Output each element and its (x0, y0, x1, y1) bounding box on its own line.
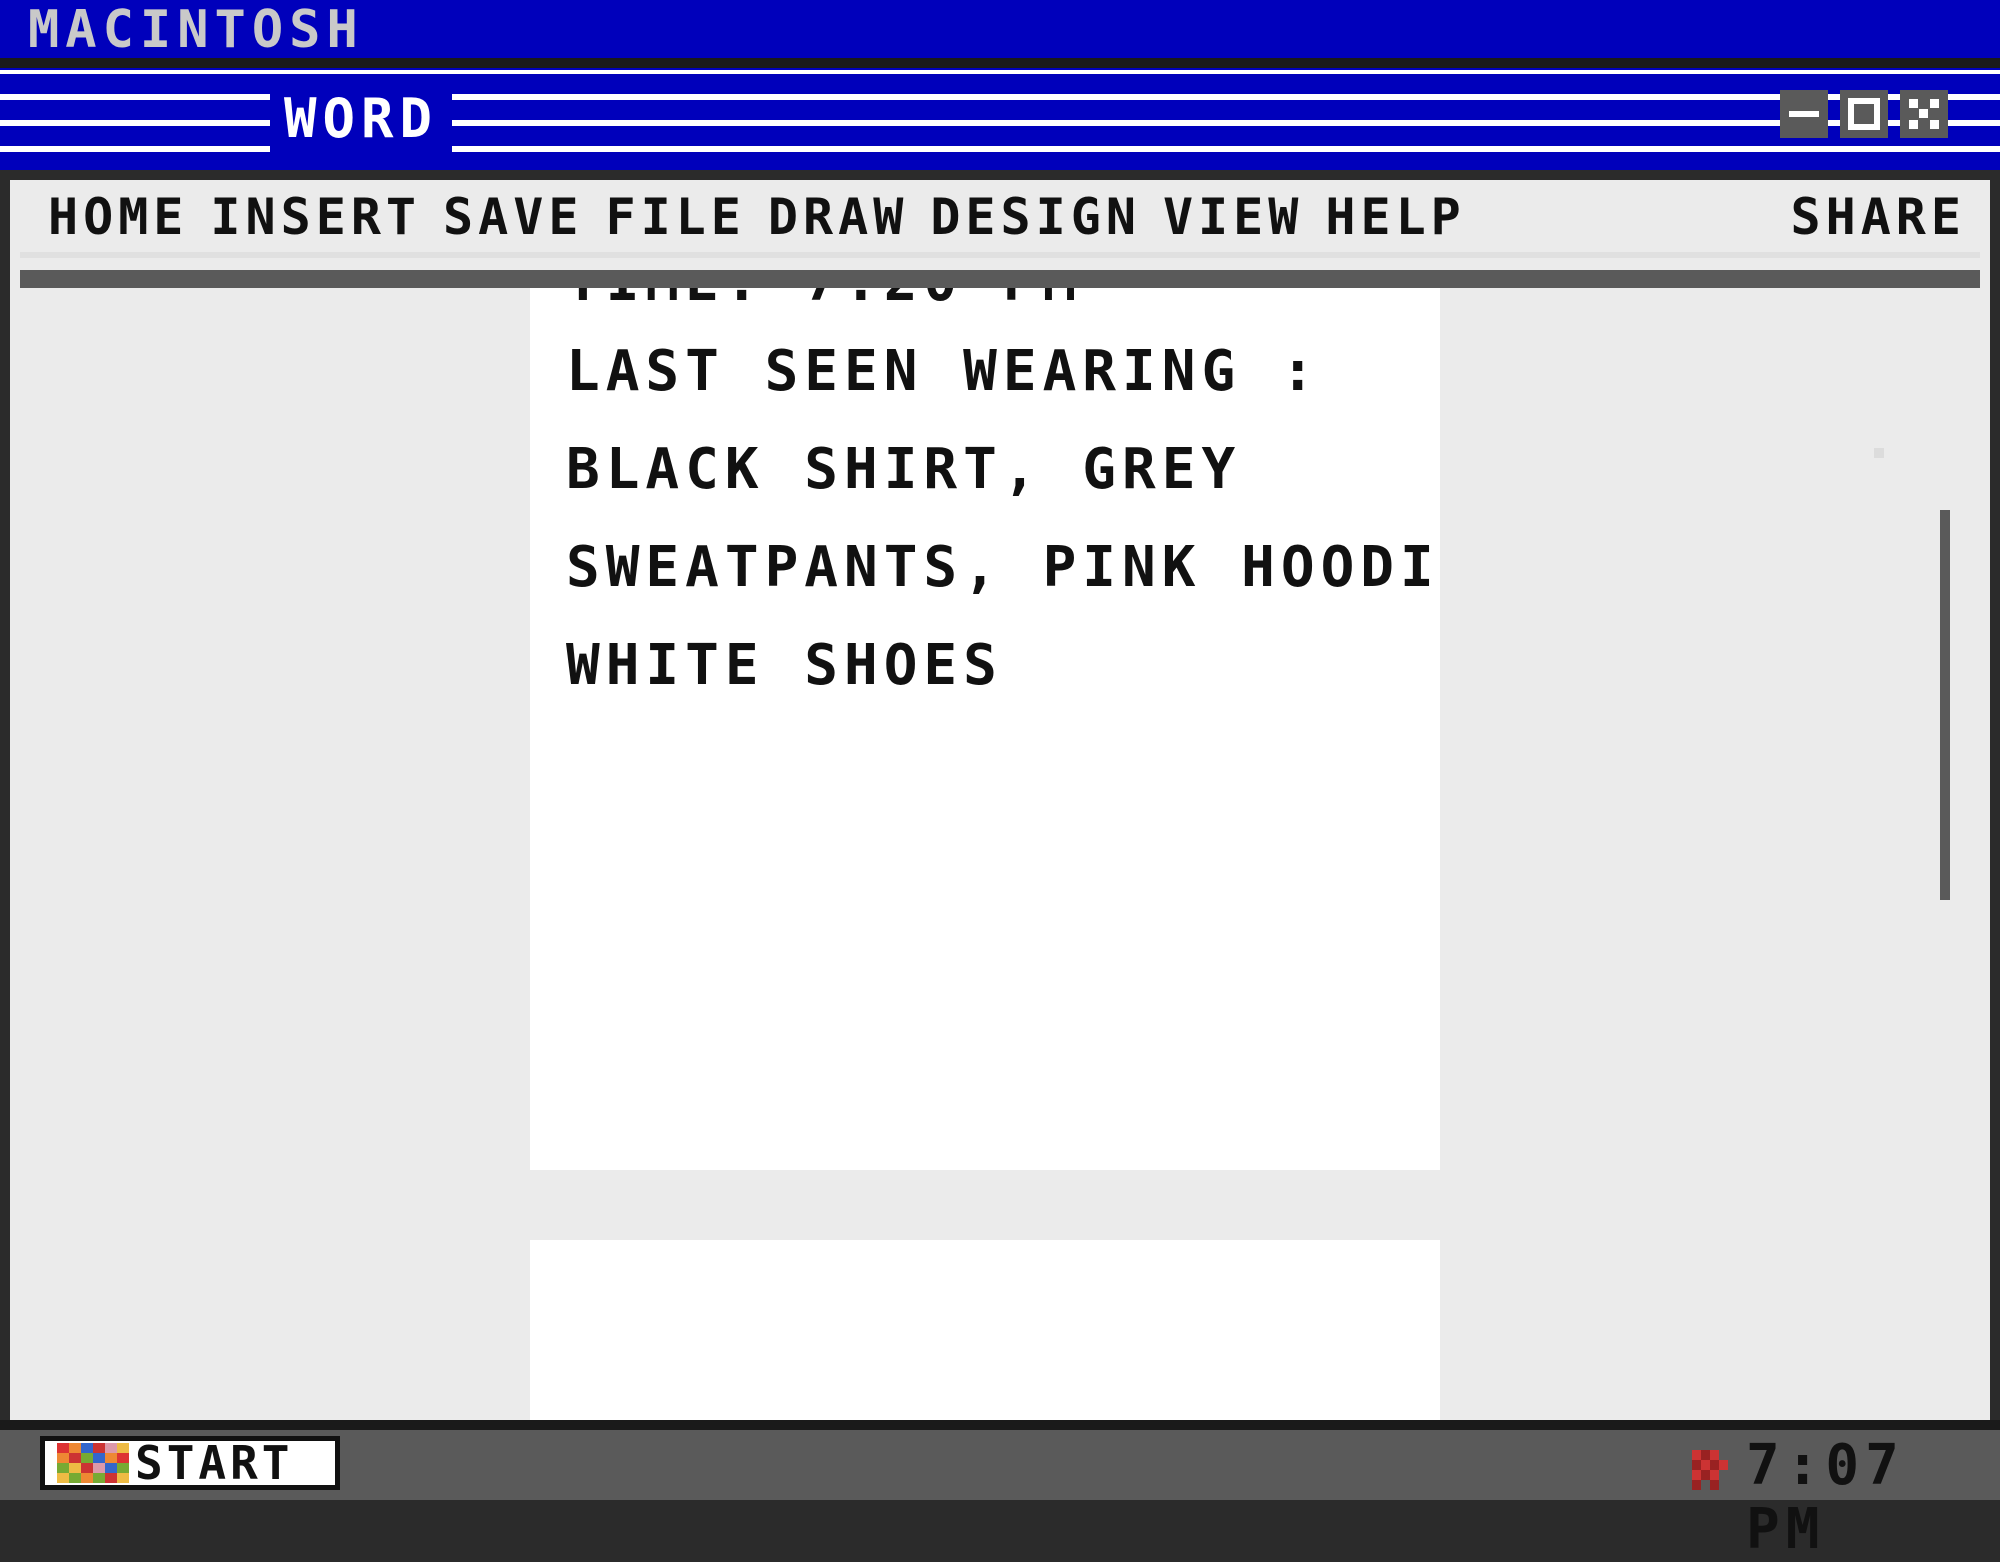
start-logo-icon (57, 1443, 129, 1483)
menu-home[interactable]: HOME (48, 188, 188, 246)
document-time-line: TIME: 7:20 PM (566, 288, 1082, 314)
os-menu-bar: MACINTOSH (0, 0, 2000, 58)
os-title: MACINTOSH (28, 0, 364, 60)
menu-save[interactable]: SAVE (443, 188, 583, 246)
tray-icon[interactable] (1692, 1450, 1730, 1492)
maximize-icon (1848, 98, 1880, 130)
document-line: SWEATPANTS, PINK HOODIE, (566, 535, 1440, 600)
menu-share[interactable]: SHARE (1790, 188, 1966, 246)
taskbar: START 7:07 PM (0, 1420, 2000, 1562)
document-heading: LAST SEEN WEARING : (566, 339, 1321, 404)
menu-view[interactable]: VIEW (1163, 188, 1303, 246)
menu-bar: HOME INSERT SAVE FILE DRAW DESIGN VIEW H… (20, 180, 1980, 258)
os-bar-separator (0, 58, 2000, 68)
document-window: HOME INSERT SAVE FILE DRAW DESIGN VIEW H… (10, 180, 1990, 1420)
menu-draw[interactable]: DRAW (768, 188, 908, 246)
window-title-bar[interactable]: WORD (0, 68, 2000, 170)
menu-items: HOME INSERT SAVE FILE DRAW DESIGN VIEW H… (48, 188, 1466, 246)
close-icon (1909, 99, 1939, 129)
start-button[interactable]: START (40, 1436, 340, 1490)
window-title: WORD (284, 87, 439, 150)
document-line: WHITE SHOES (566, 633, 1003, 698)
ribbon-bar (20, 270, 1980, 288)
scroll-indicator (1874, 448, 1884, 458)
close-button[interactable] (1900, 90, 1948, 138)
taskbar-clock: 7:07 PM (1746, 1433, 1905, 1562)
minimize-button[interactable] (1780, 90, 1828, 138)
taskbar-border (0, 1420, 2000, 1430)
document-page[interactable]: TIME: 7:20 PM LAST SEEN WEARING : Black … (530, 288, 1440, 1170)
menu-design[interactable]: DESIGN (930, 188, 1141, 246)
title-bar-separator (0, 170, 2000, 180)
start-label: START (135, 1436, 294, 1490)
menu-file[interactable]: FILE (605, 188, 745, 246)
menu-help[interactable]: HELP (1325, 188, 1465, 246)
vertical-scrollbar[interactable] (1940, 510, 1950, 900)
document-page-next[interactable] (530, 1240, 1440, 1420)
maximize-button[interactable] (1840, 90, 1888, 138)
window-title-wrap: WORD (270, 86, 453, 152)
document-line: Black shirt, Grey (566, 437, 1242, 502)
minimize-icon (1789, 111, 1819, 117)
menu-insert[interactable]: INSERT (210, 188, 421, 246)
